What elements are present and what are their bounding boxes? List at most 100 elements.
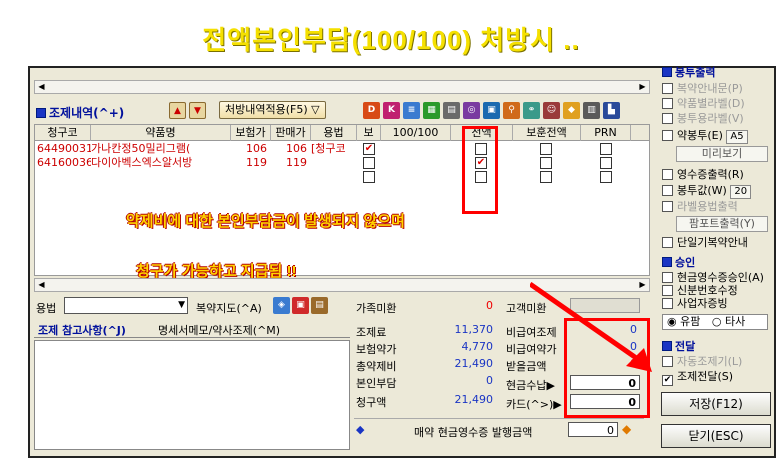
insurance-checkbox[interactable]: ✔: [363, 143, 375, 155]
scroll-right-icon[interactable]: ▶: [636, 81, 649, 93]
check-drug-label[interactable]: 약품별라벨(D): [662, 97, 745, 111]
prn-checkbox[interactable]: [600, 143, 612, 155]
building-icon[interactable]: ▙: [603, 102, 620, 119]
move-up-icon[interactable]: ▲: [169, 102, 186, 119]
check-usage-label[interactable]: 라벨용법출력: [662, 200, 738, 214]
dur-icon[interactable]: D: [363, 102, 380, 119]
claim-label: 청구액: [356, 396, 387, 409]
section-header: 조제내역(^+): [36, 104, 124, 121]
check-envelope-label[interactable]: 봉투용라벨(V): [662, 112, 744, 126]
row-name: 가나칸정50밀리그램(: [91, 142, 191, 155]
memo-tabs: 조제 참고사항(^J) 명세서메모/약사조제(^M): [34, 320, 350, 338]
check-guide-doc[interactable]: 복약안내문(P): [662, 82, 743, 96]
book-icon[interactable]: ▤: [311, 297, 328, 314]
receipt-input[interactable]: 0: [568, 422, 618, 437]
tag-icon[interactable]: ◆: [563, 102, 580, 119]
section-title: 조제내역(^+): [49, 106, 125, 120]
close-button[interactable]: 닫기(ESC): [661, 424, 771, 448]
tab-memo[interactable]: 조제 참고사항(^J): [38, 322, 126, 338]
total-label: 총약제비: [356, 360, 397, 373]
prn-checkbox[interactable]: [600, 171, 612, 183]
insurance-checkbox[interactable]: [363, 171, 375, 183]
col-insurance[interactable]: 보: [357, 125, 381, 141]
grid-header: 청구코 약품명 보험가 판매가 용법 보 100/100 전액 보훈전액 PRN: [35, 125, 649, 141]
search-icon[interactable]: ⚲: [503, 102, 520, 119]
check-unit-dose[interactable]: 단일기복약안내: [662, 236, 748, 250]
check-dispense-transfer[interactable]: ✔ 조제전달(S): [662, 370, 733, 386]
calc-icon[interactable]: ≡: [403, 102, 420, 119]
usage-select[interactable]: ▼: [64, 297, 188, 314]
row-sale-price: 106: [286, 142, 307, 155]
check-business[interactable]: 사업자증빙: [662, 297, 728, 311]
chart-icon[interactable]: ▤: [443, 102, 460, 119]
prescription-grid: 청구코 약품명 보험가 판매가 용법 보 100/100 전액 보훈전액 PRN…: [34, 124, 650, 276]
check-envelope[interactable]: 약봉투(E) A5: [662, 129, 748, 144]
prescription-apply-button[interactable]: 처방내역적용(F5) ▽: [219, 101, 326, 119]
preview-button[interactable]: 미리보기: [676, 146, 768, 162]
app-window: ◀ ▶ 조제내역(^+) ▲ ▼ 처방내역적용(F5) ▽ D K ≡ ▦ ▤ …: [28, 66, 776, 458]
arrow-right-icon[interactable]: ◆: [622, 422, 631, 436]
toolbar: 조제내역(^+) ▲ ▼ 처방내역적용(F5) ▽ D K ≡ ▦ ▤ ◎ ▣ …: [34, 100, 654, 122]
insurance-checkbox[interactable]: [363, 157, 375, 169]
popfot-button[interactable]: 팜포트출력(Y): [676, 216, 768, 232]
table-row[interactable]: 64160036 다이아벡스엑스알서방 119 119: [35, 156, 649, 169]
radio-paid[interactable]: ◉ 유팜: [667, 315, 700, 328]
check-id-edit[interactable]: 신분번호수정: [662, 284, 738, 298]
print-icon[interactable]: ▥: [583, 102, 600, 119]
section-square-icon: [36, 108, 46, 118]
top-hscroll[interactable]: ◀ ▶: [34, 80, 650, 94]
receipt-label: 매약 현금영수증 발행금액: [414, 426, 533, 439]
col-100-100[interactable]: 100/100: [381, 125, 451, 141]
prn-checkbox[interactable]: [600, 157, 612, 169]
claim-value: 21,490: [454, 393, 494, 406]
scroll-left-icon[interactable]: ◀: [35, 279, 48, 291]
arrow-left-icon[interactable]: ◆: [356, 423, 364, 436]
row-usage: [청구코: [311, 142, 346, 155]
bag-value[interactable]: 20: [730, 185, 752, 199]
check-bag[interactable]: 봉투값(W) 20: [662, 184, 752, 199]
save-icon[interactable]: ▣: [483, 102, 500, 119]
check-auto-transfer[interactable]: 자동조제기(L): [662, 355, 742, 369]
veteran-checkbox[interactable]: [540, 171, 552, 183]
calendar-icon[interactable]: ▣: [292, 297, 309, 314]
col-veteran-full[interactable]: 보훈전액: [513, 125, 581, 141]
scroll-left-icon[interactable]: ◀: [35, 81, 48, 93]
tab-detail[interactable]: 명세서메모/약사조제(^M): [158, 322, 280, 338]
check-receipt-print[interactable]: 영수증출력(R): [662, 168, 744, 182]
col-usage[interactable]: 용법: [311, 125, 357, 141]
radio-other[interactable]: ○ 타사: [712, 315, 745, 328]
dispensing-fee-label: 조제료: [356, 326, 387, 339]
main-panel: ◀ ▶ 조제내역(^+) ▲ ▼ 처방내역적용(F5) ▽ D K ≡ ▦ ▤ …: [30, 68, 654, 456]
note-line-1: 약제비에 대한 본인부담금이 발생되지 않으며: [126, 213, 405, 230]
table-row[interactable]: 64490031 가나칸정50밀리그램( 106 106 [청구코: [35, 142, 649, 155]
veteran-checkbox[interactable]: [540, 143, 552, 155]
row-code: 64160036: [37, 156, 91, 169]
grid-icon[interactable]: ▦: [423, 102, 440, 119]
col-prn[interactable]: PRN: [581, 125, 631, 141]
memo-textarea[interactable]: [34, 340, 350, 450]
link-icon[interactable]: ⚭: [523, 102, 540, 119]
section-square-icon: [662, 341, 672, 351]
row-insured-price: 106: [246, 142, 267, 155]
pointer-arrow-icon: [530, 282, 652, 372]
col-name[interactable]: 약품명: [91, 125, 231, 141]
veteran-checkbox[interactable]: [540, 157, 552, 169]
row-name: 다이아벡스엑스알서방: [91, 156, 193, 169]
save-button[interactable]: 저장(F12): [661, 392, 771, 416]
col-code[interactable]: 청구코: [35, 125, 91, 141]
dik-icon[interactable]: K: [383, 102, 400, 119]
col-sale-price[interactable]: 판매가: [271, 125, 311, 141]
check-cash-receipt[interactable]: 현금영수증승인(A): [662, 271, 764, 285]
section-square-icon: [662, 257, 672, 267]
envelope-size-select[interactable]: A5: [726, 130, 748, 144]
move-down-icon[interactable]: ▼: [189, 102, 206, 119]
total-value: 21,490: [454, 357, 494, 370]
guide-icon[interactable]: ◈: [273, 297, 290, 314]
caption-title: 전액본인부담(100/100) 처방시 ..: [202, 25, 580, 55]
insured-drug-value: 4,770: [461, 340, 494, 353]
row-code: 64490031: [37, 142, 91, 155]
col-insured-price[interactable]: 보험가: [231, 125, 271, 141]
pill-icon[interactable]: ◎: [463, 102, 480, 119]
guide-label[interactable]: 복약지도(^A): [196, 300, 262, 316]
user-icon[interactable]: ☺: [543, 102, 560, 119]
